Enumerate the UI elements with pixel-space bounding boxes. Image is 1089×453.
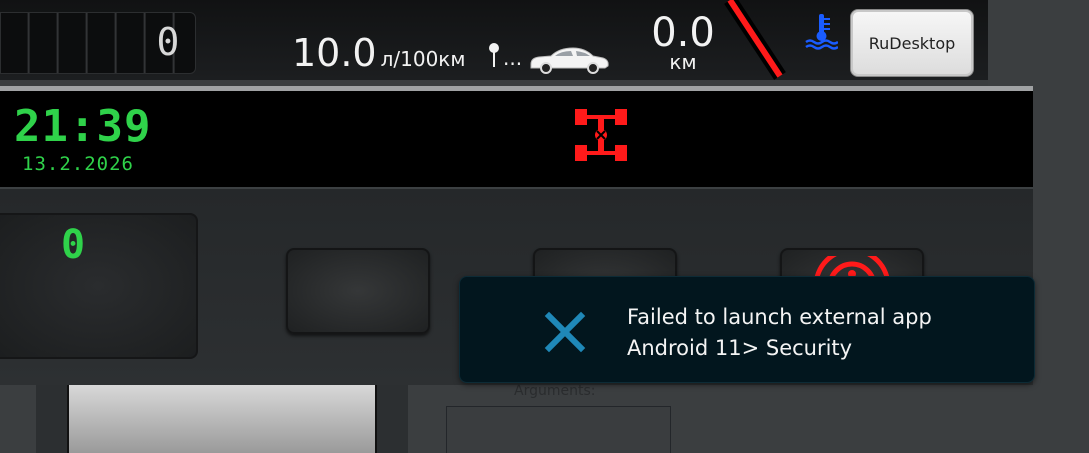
arguments-label: Arguments: [514, 383, 596, 399]
fuel-consumption: 10.0 л/100км [292, 30, 465, 76]
consumption-value: 10.0 [292, 31, 377, 75]
drivetrain-warning-icon [575, 109, 627, 161]
clock-date: 13.2.2026 [22, 153, 134, 175]
close-icon [544, 311, 586, 353]
coolant-temperature-icon [805, 14, 838, 50]
pin-icon [489, 43, 499, 67]
top-right-background [988, 0, 1089, 88]
consumption-unit: л/100км [380, 47, 466, 71]
error-toast: Failed to launch external app Android 11… [459, 276, 1035, 383]
gear-digit: 0 [60, 222, 86, 268]
odometer-digit: 0 [156, 20, 180, 64]
arguments-input[interactable] [446, 406, 671, 453]
car-icon [530, 47, 609, 74]
gauge-needle [724, 0, 786, 80]
dashboard-button-1[interactable] [286, 248, 430, 334]
toast-message-line1: Failed to launch external app [627, 305, 932, 329]
toast-message-line2: Android 11> Security [627, 336, 853, 360]
consumption-dots: ... [503, 46, 523, 70]
gear-display [0, 213, 198, 359]
preview-panel [67, 385, 377, 453]
rudesktop-button[interactable]: RuDesktop [850, 9, 974, 77]
clock-time: 21:39 [14, 101, 152, 152]
right-background [1033, 88, 1089, 453]
status-bar: 21:39 13.2.2026 [0, 91, 1033, 187]
